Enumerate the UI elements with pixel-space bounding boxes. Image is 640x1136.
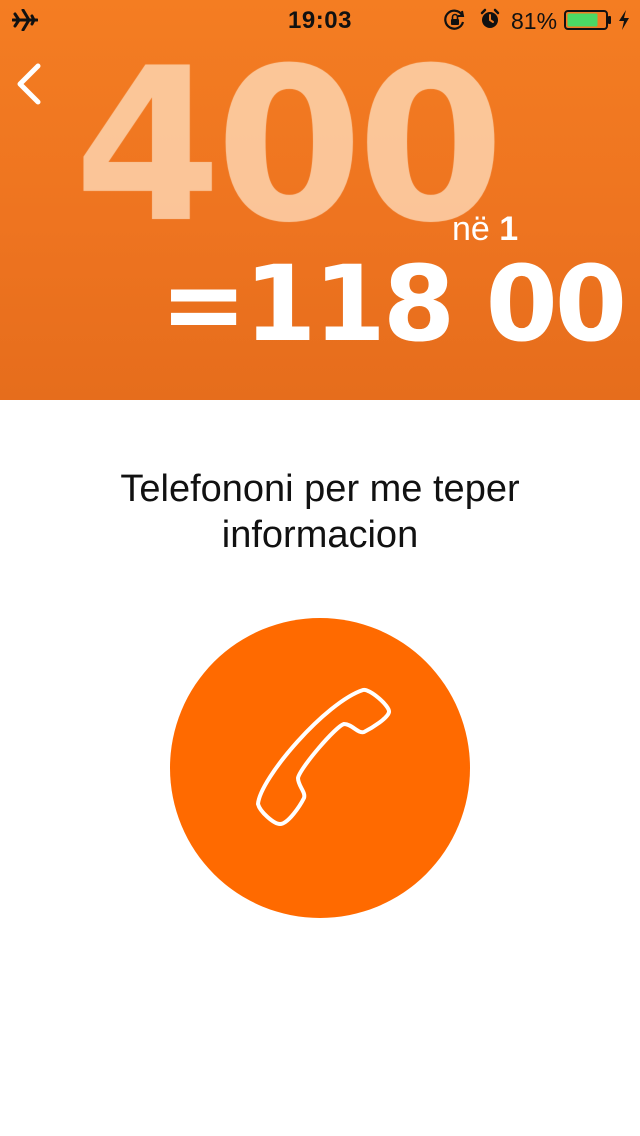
battery-icon — [564, 10, 611, 30]
alarm-icon — [480, 8, 500, 28]
phone-icon — [256, 687, 391, 826]
battery-percent: 81% — [511, 8, 558, 34]
promo-call-number: =118 00 — [160, 243, 627, 365]
call-button[interactable] — [170, 618, 470, 918]
promo-banner: 400 në 1 =118 00 19:03 81% — [0, 0, 640, 400]
info-text: Telefononi per me teper informacion — [120, 468, 520, 556]
rotation-lock-icon — [444, 9, 465, 30]
promo-big-number: 400 — [74, 22, 505, 269]
charging-icon — [619, 10, 629, 30]
screen: 400 në 1 =118 00 19:03 81% Telefononi pe… — [0, 0, 640, 1136]
status-bar: 19:03 81% — [0, 0, 640, 40]
back-button[interactable] — [10, 58, 50, 110]
promo-graphic: 400 në 1 =118 00 — [0, 0, 640, 400]
